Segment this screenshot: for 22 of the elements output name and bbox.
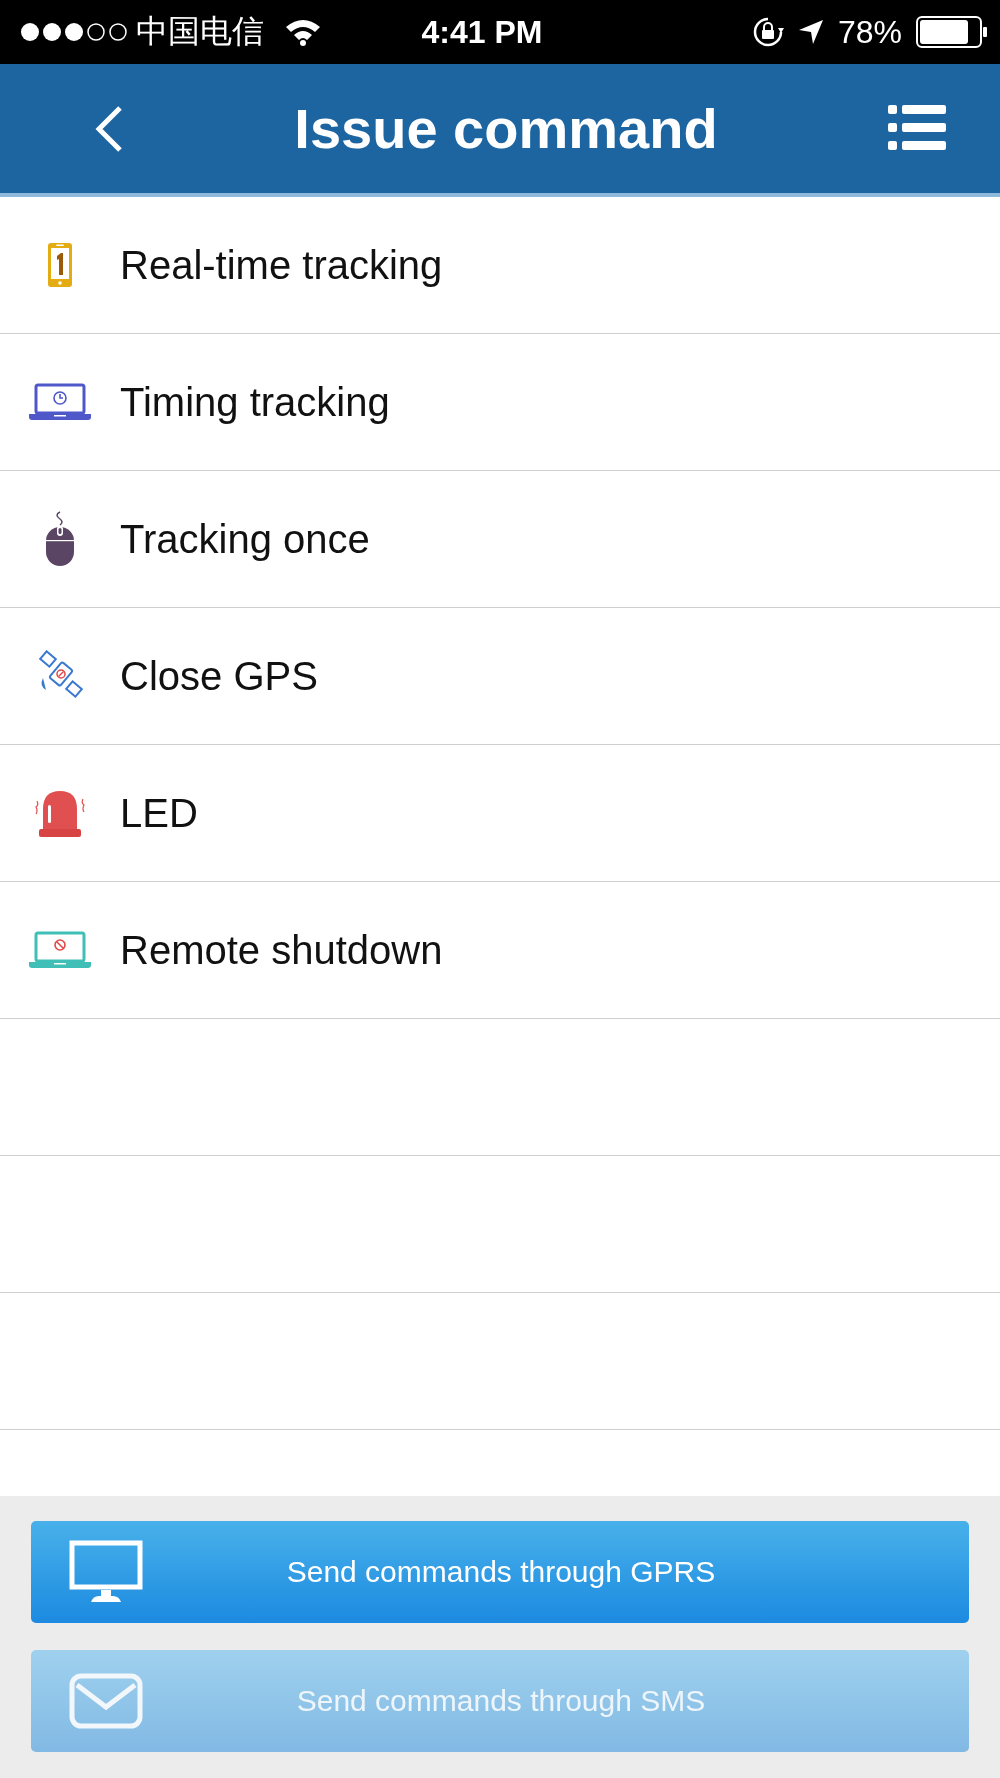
location-arrow-icon bbox=[797, 19, 824, 45]
monitor-icon bbox=[69, 1540, 143, 1604]
command-item[interactable]: Remote shutdown bbox=[120, 927, 443, 973]
command-item[interactable]: Tracking once bbox=[120, 516, 370, 562]
clock-time: 4:41 PM bbox=[420, 13, 544, 51]
battery-icon bbox=[916, 16, 988, 48]
list-menu-icon bbox=[888, 104, 946, 153]
carrier-name: 中国电信 bbox=[136, 12, 264, 51]
command-item[interactable]: LED bbox=[120, 790, 198, 836]
signal-icon bbox=[20, 22, 130, 42]
rotation-lock-icon bbox=[751, 16, 784, 48]
command-item[interactable]: Close GPS bbox=[120, 653, 318, 699]
battery-percentage: 78% bbox=[837, 13, 902, 51]
screen-title: Issue command bbox=[294, 96, 718, 161]
laptop-blocked-icon bbox=[28, 930, 92, 970]
mail-icon bbox=[69, 1673, 143, 1729]
wifi-icon bbox=[284, 18, 322, 46]
back-chevron-icon bbox=[94, 104, 124, 153]
phone-icon bbox=[47, 242, 73, 288]
command-item[interactable]: Real-time tracking bbox=[120, 242, 443, 288]
command-item[interactable]: Timing tracking bbox=[120, 379, 390, 425]
laptop-clock-icon bbox=[28, 382, 92, 422]
